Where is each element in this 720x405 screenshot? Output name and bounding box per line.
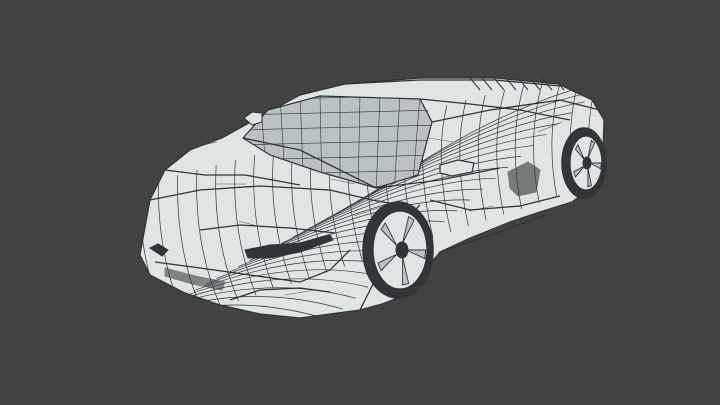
car-wireframe-model[interactable] [0,0,720,405]
rear-hub [582,156,592,170]
front-hub [395,241,409,259]
3d-viewport[interactable] [0,0,720,405]
rear-wheel [561,127,607,199]
front-wheel [362,201,434,299]
